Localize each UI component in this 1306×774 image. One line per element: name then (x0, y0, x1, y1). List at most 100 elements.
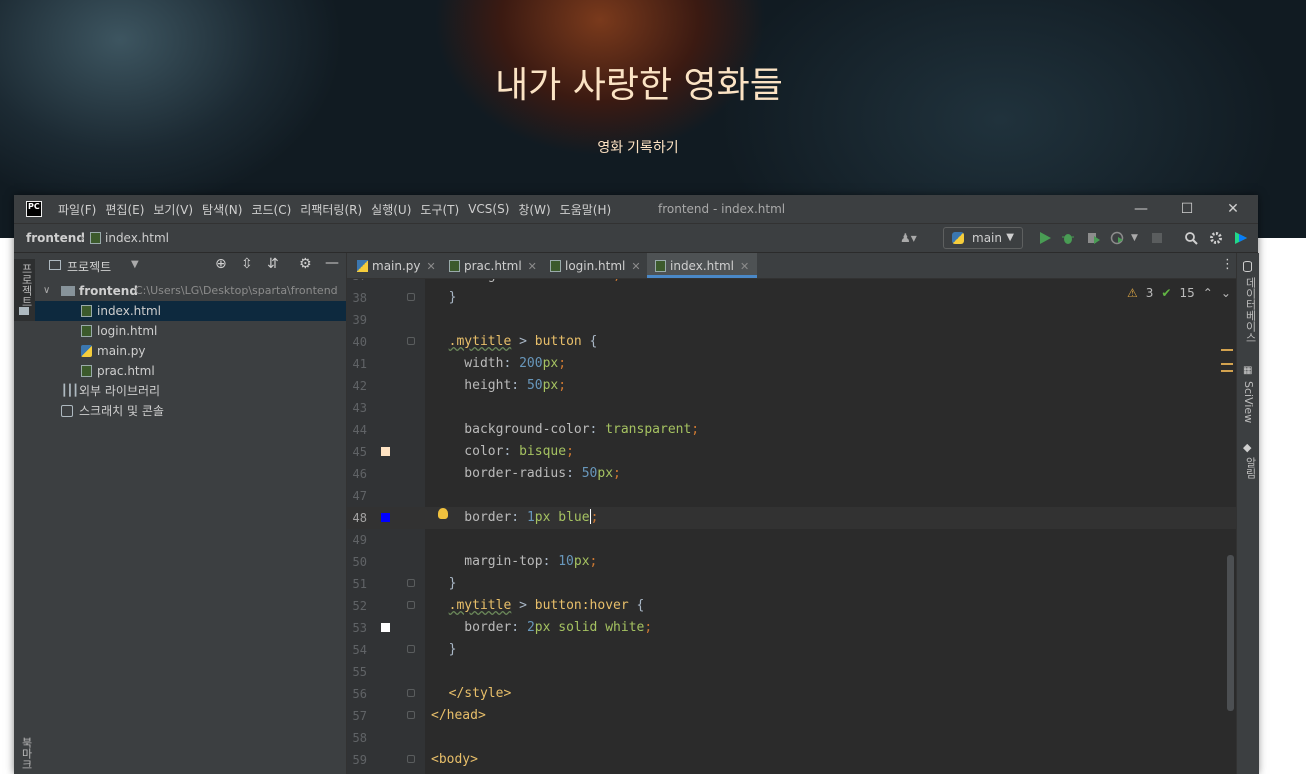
more-run-options-icon[interactable]: ▼ (1131, 231, 1145, 245)
view-dropdown-icon[interactable]: ▼ (131, 259, 139, 270)
hide-panel-icon[interactable]: — (325, 255, 339, 271)
python-icon (952, 232, 964, 244)
tree-file-prac[interactable]: prac.html (35, 361, 346, 381)
tab-main-py[interactable]: main.py ✕ (357, 253, 436, 278)
tree-file-login[interactable]: login.html (35, 321, 346, 341)
close-tab-icon[interactable]: ✕ (740, 260, 749, 273)
locate-file-icon[interactable]: ⊕ (215, 256, 227, 272)
color-swatch-white[interactable] (381, 623, 390, 632)
code-line: 47 (347, 485, 1236, 507)
fold-icon[interactable] (407, 601, 415, 609)
line-number: 49 (352, 533, 367, 547)
menu-window[interactable]: 창(W) (518, 201, 550, 218)
code-line: 50 margin-top: 10px; (347, 551, 1236, 573)
fold-icon[interactable] (407, 711, 415, 719)
user-icon[interactable]: ♟▾ (900, 231, 917, 245)
record-movie-button[interactable]: 영화 기록하기 (578, 132, 698, 160)
code-line: 59 <body> (347, 749, 1236, 771)
inspection-widget[interactable]: ⚠ 3 ✔ 15 ⌃ ⌄ (1127, 285, 1231, 301)
menu-help[interactable]: 도움말(H) (560, 201, 612, 218)
database-tool-button[interactable]: 데이터베이스 (1242, 277, 1258, 343)
expand-all-icon[interactable]: ⇳ (241, 256, 253, 272)
coverage-icon[interactable] (1086, 231, 1100, 245)
search-icon[interactable] (1184, 231, 1198, 245)
jetbrains-toolbox-icon[interactable] (1234, 231, 1248, 245)
folder-icon (19, 307, 29, 315)
line-number: 40 (352, 335, 367, 349)
tree-scratches[interactable]: 스크래치 및 콘솔 (35, 401, 346, 421)
project-panel-title[interactable]: 프로젝트 (67, 258, 111, 275)
menu-tools[interactable]: 도구(T) (420, 201, 459, 218)
project-tool-button[interactable]: 프로젝트 (14, 259, 35, 321)
close-tab-icon[interactable]: ✕ (427, 260, 436, 273)
warning-stripe-marker[interactable] (1221, 370, 1233, 372)
close-tab-icon[interactable]: ✕ (631, 260, 640, 273)
tab-options-icon[interactable]: ⋮ (1221, 257, 1234, 272)
code-line: 49 (347, 529, 1236, 551)
close-window-button[interactable]: ✕ (1210, 195, 1256, 223)
next-highlight-icon[interactable]: ⌄ (1221, 286, 1231, 300)
menu-bar: 파일(F) 편집(E) 보기(V) 탐색(N) 코드(C) 리팩터링(R) 실행… (58, 195, 620, 223)
fold-icon[interactable] (407, 689, 415, 697)
minimize-button[interactable]: — (1118, 195, 1164, 223)
vertical-scrollbar[interactable] (1227, 555, 1234, 711)
gear-icon[interactable] (1209, 231, 1223, 245)
code-text: </style> (433, 686, 512, 701)
tree-root-folder[interactable]: ∨ frontend C:\Users\LG\Desktop\sparta\fr… (35, 281, 346, 301)
menu-file[interactable]: 파일(F) (58, 201, 96, 218)
line-number: 59 (352, 753, 367, 767)
notifications-tool-button[interactable]: 알림 (1242, 457, 1258, 479)
ide-window: PC 파일(F) 편집(E) 보기(V) 탐색(N) 코드(C) 리팩터링(R)… (14, 195, 1259, 774)
tree-external-libraries[interactable]: ┃┃┃ 외부 라이브러리 (35, 381, 346, 401)
tree-file-main[interactable]: main.py (35, 341, 346, 361)
warning-stripe-marker[interactable] (1221, 349, 1233, 351)
code-line: 43 (347, 397, 1236, 419)
library-icon: ┃┃┃ (61, 384, 79, 397)
file-name: prac.html (97, 364, 155, 378)
options-gear-icon[interactable]: ⚙ (299, 256, 312, 272)
run-icon[interactable] (1038, 231, 1052, 245)
code-editor[interactable]: 37 align-items: center; 38 } 39 40 .myti… (347, 279, 1236, 774)
previous-highlight-icon[interactable]: ⌃ (1203, 286, 1213, 300)
code-line: 54 } (347, 639, 1236, 661)
warning-stripe-marker[interactable] (1221, 363, 1233, 365)
run-config-selector[interactable]: main ▼ (943, 227, 1023, 249)
breadcrumb-project[interactable]: frontend (26, 231, 85, 245)
menu-view[interactable]: 보기(V) (153, 201, 193, 218)
html-file-icon (81, 325, 92, 337)
menu-refactor[interactable]: 리팩터링(R) (300, 201, 362, 218)
project-view-icon (49, 260, 61, 270)
scratches-label: 스크래치 및 콘솔 (79, 404, 164, 418)
menu-run[interactable]: 실행(U) (371, 201, 411, 218)
tab-label: login.html (565, 259, 626, 273)
fold-icon[interactable] (407, 645, 415, 653)
tab-login-html[interactable]: login.html ✕ (550, 253, 641, 278)
sciview-tool-button[interactable]: SciView (1242, 381, 1255, 423)
line-number: 42 (352, 379, 367, 393)
tab-index-html[interactable]: index.html ✕ (647, 253, 758, 278)
menu-code[interactable]: 코드(C) (251, 201, 291, 218)
menu-navigate[interactable]: 탐색(N) (202, 201, 242, 218)
lightbulb-icon[interactable] (438, 508, 448, 519)
color-swatch-bisque[interactable] (381, 447, 390, 456)
debug-icon[interactable] (1061, 231, 1075, 245)
page-title: 내가 사랑한 영화들 (495, 65, 783, 106)
code-text: height: 50px; (433, 378, 567, 393)
tab-prac-html[interactable]: prac.html ✕ (449, 253, 537, 278)
profile-icon[interactable] (1110, 231, 1124, 245)
color-swatch-blue[interactable] (381, 513, 390, 522)
bookmarks-tool-button[interactable]: 북마크 (18, 737, 34, 770)
maximize-button[interactable]: ☐ (1164, 195, 1210, 223)
fold-icon[interactable] (407, 579, 415, 587)
fold-icon[interactable] (407, 337, 415, 345)
fold-icon[interactable] (407, 293, 415, 301)
close-tab-icon[interactable]: ✕ (528, 260, 537, 273)
collapse-all-icon[interactable]: ⇵ (267, 256, 279, 272)
fold-icon[interactable] (407, 755, 415, 763)
stop-icon[interactable] (1152, 233, 1162, 243)
run-config-label: main (972, 231, 1002, 245)
menu-edit[interactable]: 편집(E) (105, 201, 144, 218)
menu-vcs[interactable]: VCS(S) (468, 202, 509, 216)
breadcrumb-file[interactable]: index.html (90, 231, 169, 245)
tree-file-index[interactable]: index.html (35, 301, 346, 321)
